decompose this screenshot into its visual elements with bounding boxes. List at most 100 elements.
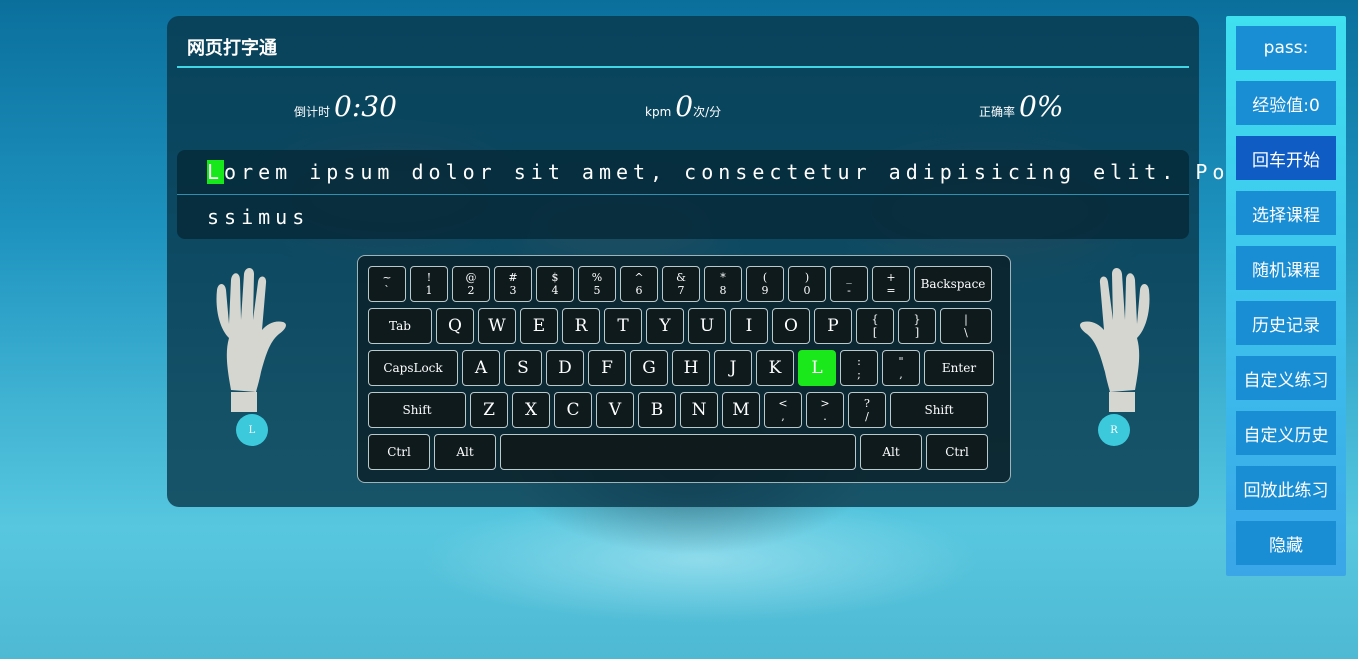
key-m[interactable]: M (722, 392, 760, 428)
key-sym4-0[interactable]: <, (764, 392, 802, 428)
key-sym4-2[interactable]: ? / (848, 392, 886, 428)
history-button[interactable]: 历史记录 (1236, 301, 1336, 345)
key-base-char: 4 (551, 284, 559, 297)
key-s[interactable]: S (504, 350, 542, 386)
key-base-char: 2 (467, 284, 475, 297)
key-q[interactable]: Q (436, 308, 474, 344)
key-shift-right[interactable]: Shift (890, 392, 988, 428)
key-base-char: \ (964, 326, 968, 339)
key-1[interactable]: ! 1 (410, 266, 448, 302)
key-base-char: 8 (719, 284, 727, 297)
key-r[interactable]: R (562, 308, 600, 344)
key-2[interactable]: @2 (452, 266, 490, 302)
key-base-char: ` (384, 284, 390, 297)
key-a[interactable]: A (462, 350, 500, 386)
key-base-char: 5 (593, 284, 601, 297)
key-v[interactable]: V (596, 392, 634, 428)
key-base-char: ; (857, 368, 861, 381)
key-0[interactable]: ) 0 (788, 266, 826, 302)
key-ctrl-left[interactable]: Ctrl (368, 434, 430, 470)
text-line-divider (177, 194, 1189, 195)
key-4[interactable]: $4 (536, 266, 574, 302)
replay-practice-button[interactable]: 回放此练习 (1236, 466, 1336, 510)
right-hand-icon (1080, 268, 1150, 412)
key-base-char: 6 (635, 284, 643, 297)
key-t[interactable]: T (604, 308, 642, 344)
key-z[interactable]: Z (470, 392, 508, 428)
key-sym3-0[interactable]: :; (840, 350, 878, 386)
enter-start-button[interactable]: 回车开始 (1236, 136, 1336, 180)
key-x[interactable]: X (512, 392, 550, 428)
key-capslock[interactable]: CapsLock (368, 350, 458, 386)
key-7[interactable]: & 7 (662, 266, 700, 302)
key-shift-char: ( (762, 271, 768, 284)
key-ctrl-right[interactable]: Ctrl (926, 434, 988, 470)
key-shift-left[interactable]: Shift (368, 392, 466, 428)
key-w[interactable]: W (478, 308, 516, 344)
key-=[interactable]: + = (872, 266, 910, 302)
key-j[interactable]: J (714, 350, 752, 386)
left-hand-badge: L (236, 414, 268, 446)
kpm-unit: 次/分 (693, 105, 722, 119)
key-base-char: ] (914, 326, 920, 339)
text-line-1: Lorem ipsum dolor sit amet, consectetur … (207, 160, 1229, 184)
key-shift-char: # (508, 271, 518, 284)
key-shift-char: " (898, 355, 904, 368)
key-alt-left[interactable]: Alt (434, 434, 496, 470)
key-enter[interactable]: Enter (924, 350, 994, 386)
key-g[interactable]: G (630, 350, 668, 386)
key-b[interactable]: B (638, 392, 676, 428)
key-c[interactable]: C (554, 392, 592, 428)
countdown-stat: 倒计时 0:30 (294, 90, 397, 123)
key-backspace[interactable]: Backspace (914, 266, 992, 302)
key-i[interactable]: I (730, 308, 768, 344)
key-shift-char: > (820, 397, 830, 410)
key-alt-right[interactable]: Alt (860, 434, 922, 470)
key-`[interactable]: ~ ` (368, 266, 406, 302)
key-base-char: 9 (761, 284, 769, 297)
key--[interactable]: _ - (830, 266, 868, 302)
select-course-button[interactable]: 选择课程 (1236, 191, 1336, 235)
pass-button[interactable]: pass: (1236, 26, 1336, 70)
key-9[interactable]: (9 (746, 266, 784, 302)
key-sym-1[interactable]: }] (898, 308, 936, 344)
key-l[interactable]: L (798, 350, 836, 386)
key-shift-char: * (720, 271, 726, 284)
key-3[interactable]: #3 (494, 266, 532, 302)
text-line-2: ssimus (207, 205, 310, 229)
key-8[interactable]: * 8 (704, 266, 742, 302)
key-y[interactable]: Y (646, 308, 684, 344)
key-shift-char: _ (846, 271, 852, 284)
key-sym3-1[interactable]: ", (882, 350, 920, 386)
key-u[interactable]: U (688, 308, 726, 344)
key-sym4-1[interactable]: >. (806, 392, 844, 428)
key-p[interactable]: P (814, 308, 852, 344)
key-k[interactable]: K (756, 350, 794, 386)
key-sym-0[interactable]: {[ (856, 308, 894, 344)
key-n[interactable]: N (680, 392, 718, 428)
key-space[interactable] (500, 434, 856, 470)
experience-button[interactable]: 经验值:0 (1236, 81, 1336, 125)
key-base-char: [ (872, 326, 878, 339)
key-h[interactable]: H (672, 350, 710, 386)
custom-history-button[interactable]: 自定义历史 (1236, 411, 1336, 455)
key-d[interactable]: D (546, 350, 584, 386)
key-tab[interactable]: Tab (368, 308, 432, 344)
key-f[interactable]: F (588, 350, 626, 386)
hide-button[interactable]: 隐藏 (1236, 521, 1336, 565)
key-5[interactable]: % 5 (578, 266, 616, 302)
app-title: 网页打字通 (187, 38, 277, 59)
current-char: L (207, 160, 225, 184)
key-sym-2[interactable]: | \ (940, 308, 992, 344)
key-e[interactable]: E (520, 308, 558, 344)
key-shift-char: ! (426, 271, 432, 284)
key-shift-char: + (886, 271, 896, 284)
custom-practice-button[interactable]: 自定义练习 (1236, 356, 1336, 400)
key-o[interactable]: O (772, 308, 810, 344)
key-6[interactable]: ^ 6 (620, 266, 658, 302)
random-course-button[interactable]: 随机课程 (1236, 246, 1336, 290)
practice-text-area[interactable]: Lorem ipsum dolor sit amet, consectetur … (177, 150, 1224, 239)
key-base-char: 1 (425, 284, 433, 297)
title-divider (177, 66, 1189, 68)
key-shift-char: % (591, 271, 603, 284)
